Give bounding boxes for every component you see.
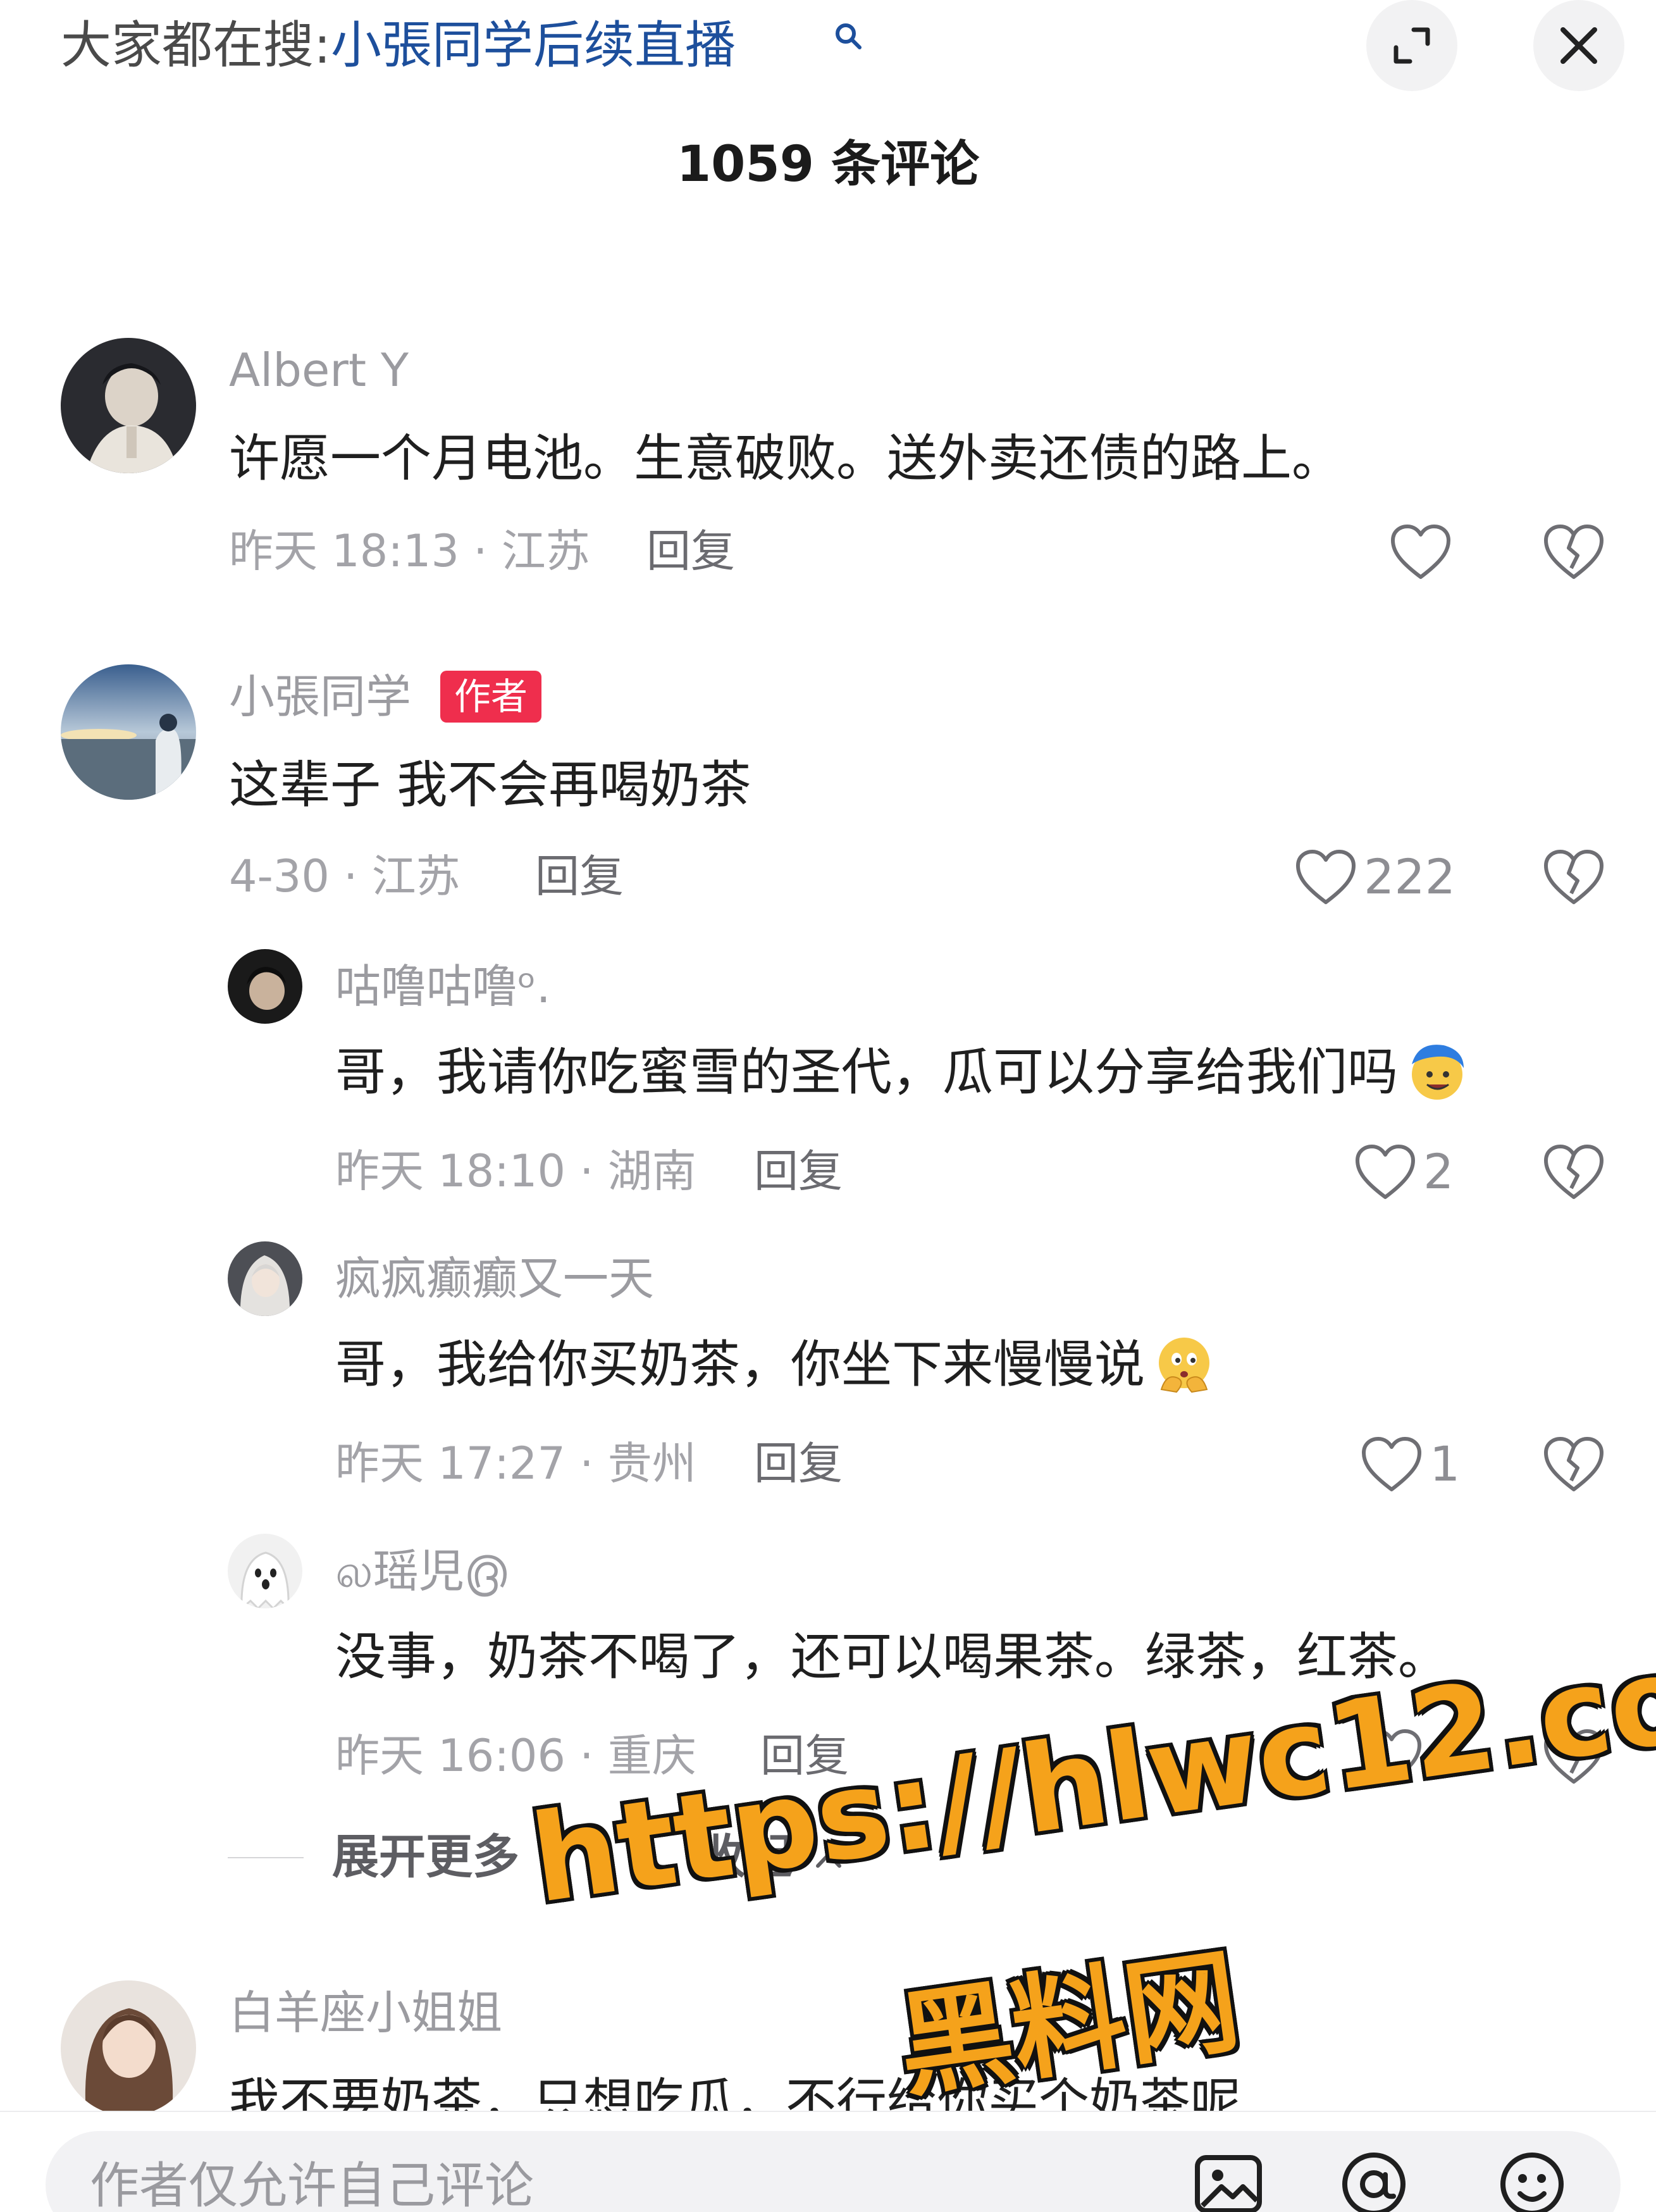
- comment-time-location: 昨天 16:06 · 重庆: [335, 1730, 696, 1782]
- like-button[interactable]: 1: [1360, 1432, 1460, 1496]
- broken-heart-icon: [1544, 1729, 1603, 1784]
- thinking-face-emoji: [1159, 1338, 1209, 1393]
- comment-input[interactable]: 作者仅允许自己评论: [46, 2131, 1621, 2212]
- dislike-button[interactable]: [1542, 1432, 1605, 1496]
- comment-text: 哥，我请你吃蜜雪的圣代，瓜可以分享给我们吗: [335, 1038, 1469, 1107]
- username[interactable]: 白羊座小姐姐: [229, 1984, 502, 2041]
- comment-item: 小張同学 作者 这辈子 我不会再喝奶茶 4-30 · 江苏 回复 222 咕噜咕…: [0, 664, 1656, 1904]
- comment-text-content: 哥，我给你买奶茶，你坐下来慢慢说: [335, 1335, 1145, 1394]
- heart-icon: [1362, 1729, 1421, 1784]
- comment-count-title: 1059 条评论: [676, 136, 980, 193]
- heart-icon: [1296, 850, 1356, 904]
- like-button[interactable]: [1389, 520, 1452, 583]
- broken-heart-icon: [1544, 525, 1603, 579]
- like-button[interactable]: 1: [1360, 1725, 1460, 1788]
- dislike-button[interactable]: [1542, 1140, 1605, 1203]
- comment-text: 许愿一个月电池。生意破败。送外卖还债的路上。: [229, 429, 1342, 488]
- comment-text-content: 哥，我请你吃蜜雪的圣代，瓜可以分享给我们吗: [335, 1043, 1398, 1102]
- username[interactable]: 疯疯癫癫又一天: [335, 1250, 654, 1307]
- top-bar: 大家都在搜:小張同学后续直播: [0, 0, 1656, 95]
- avatar[interactable]: [61, 338, 196, 473]
- username[interactable]: 小張同学: [229, 668, 411, 725]
- expand-more-button[interactable]: 展开更多: [332, 1829, 571, 1886]
- search-icon: [836, 23, 862, 49]
- comment-input-placeholder: 作者仅允许自己评论: [90, 2158, 534, 2212]
- image-button[interactable]: [1190, 2146, 1266, 2212]
- like-count: 1: [1430, 1728, 1461, 1784]
- mention-button[interactable]: [1336, 2146, 1412, 2212]
- username[interactable]: ல瑶児൫: [335, 1543, 507, 1600]
- comment-text: 没事，奶茶不喝了，还可以喝果茶。绿茶，红茶。: [335, 1627, 1449, 1686]
- broken-heart-icon: [1544, 850, 1603, 904]
- comment-text: 这辈子 我不会再喝奶茶: [229, 755, 751, 814]
- dislike-button[interactable]: [1542, 520, 1605, 583]
- like-count: 1: [1430, 1436, 1461, 1492]
- trending-search-query[interactable]: 小張同学后续直播: [331, 16, 736, 75]
- broken-heart-icon: [1544, 1145, 1603, 1199]
- smiley-icon: [1500, 2153, 1564, 2212]
- like-count: 2: [1423, 1143, 1454, 1200]
- like-button[interactable]: 222: [1294, 845, 1455, 909]
- reply-button[interactable]: 回复: [754, 1143, 843, 1200]
- heart-icon: [1356, 1145, 1415, 1199]
- expand-icon: [1393, 27, 1430, 64]
- dislike-button[interactable]: [1542, 845, 1605, 909]
- heart-icon: [1391, 525, 1450, 579]
- collapse-label: 收起: [699, 1830, 793, 1884]
- dislike-button[interactable]: [1542, 1725, 1605, 1788]
- expand-more-label: 展开更多: [332, 1830, 519, 1884]
- chevron-down-icon: [542, 1851, 568, 1867]
- avatar[interactable]: [228, 1241, 302, 1316]
- comment-input-bar: 作者仅允许自己评论: [0, 2111, 1656, 2212]
- chevron-up-icon: [815, 1853, 841, 1868]
- trending-search-prefix: 大家都在搜:: [61, 16, 331, 75]
- comment-time-location: 昨天 17:27 · 贵州: [335, 1438, 696, 1489]
- avatar[interactable]: [61, 664, 196, 800]
- comment-time-location: 昨天 18:13 · 江苏: [229, 525, 590, 577]
- collapse-button[interactable]: 收起: [699, 1829, 844, 1886]
- at-sign-icon: [1342, 2153, 1406, 2212]
- divider: [228, 1857, 304, 1858]
- close-icon: [1560, 27, 1597, 64]
- reply-button[interactable]: 回复: [754, 1435, 843, 1492]
- comment-time-location: 昨天 18:10 · 湖南: [335, 1145, 696, 1197]
- reply-button[interactable]: 回复: [646, 523, 735, 580]
- emoji-button[interactable]: [1494, 2146, 1570, 2212]
- broken-heart-icon: [1544, 1437, 1603, 1491]
- comment-text: 我不要奶茶，只想吃瓜，不行给你买个奶茶呢: [229, 2073, 1241, 2111]
- close-button[interactable]: [1533, 0, 1624, 91]
- username[interactable]: Albert Y: [229, 342, 409, 399]
- comment-item: Albert Y 许愿一个月电池。生意破败。送外卖还债的路上。 昨天 18:13…: [0, 335, 1656, 601]
- reply-button[interactable]: 回复: [535, 848, 624, 905]
- like-button[interactable]: 2: [1354, 1140, 1454, 1203]
- trending-search-hint[interactable]: 大家都在搜:小張同学后续直播: [61, 14, 736, 77]
- replies-toggle-row: 展开更多 收起: [228, 1822, 924, 1892]
- like-count: 222: [1364, 848, 1456, 905]
- author-badge: 作者: [440, 671, 542, 723]
- image-icon: [1195, 2155, 1262, 2212]
- comment-text: 哥，我给你买奶茶，你坐下来慢慢说: [335, 1330, 1216, 1400]
- reply-button[interactable]: 回复: [760, 1727, 849, 1784]
- avatar[interactable]: [228, 1534, 302, 1608]
- heart-icon: [1362, 1437, 1421, 1491]
- expand-button[interactable]: [1366, 0, 1457, 91]
- comment-item: 白羊座小姐姐 我不要奶茶，只想吃瓜，不行给你买个奶茶呢: [0, 1980, 1656, 2111]
- grinning-face-emoji: [1412, 1045, 1464, 1100]
- avatar[interactable]: [61, 1980, 196, 2111]
- username[interactable]: 咕噜咕噜ᵒ.: [335, 958, 551, 1015]
- avatar[interactable]: [228, 949, 302, 1024]
- comment-time-location: 4-30 · 江苏: [229, 850, 460, 902]
